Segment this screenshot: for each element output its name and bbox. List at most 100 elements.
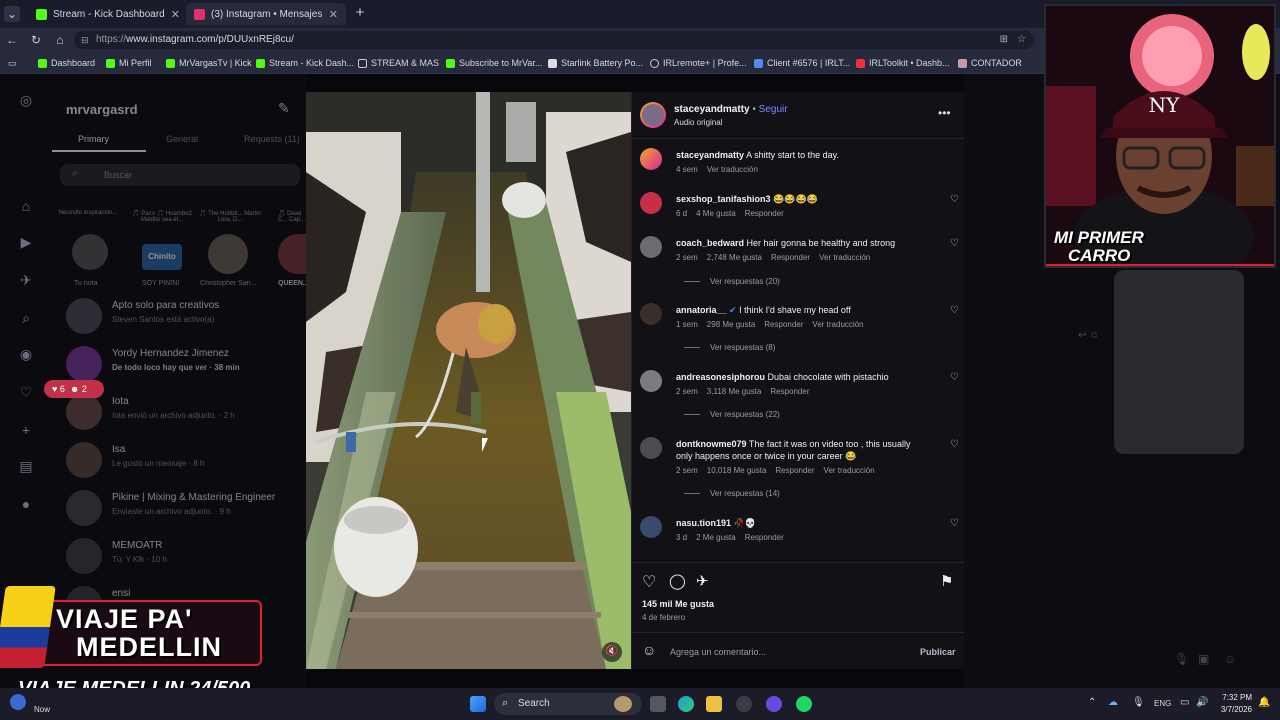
back-icon[interactable]: ←: [4, 32, 20, 48]
view-replies[interactable]: Ver respuestas (20): [684, 277, 780, 286]
avatar[interactable]: [640, 236, 662, 258]
thread-item[interactable]: Isa Le gustó un mensaje · 8 h: [66, 440, 296, 480]
bookmark[interactable]: Dashboard: [38, 56, 95, 70]
tab-general[interactable]: General: [166, 134, 198, 144]
like-heart-icon[interactable]: ♡: [950, 238, 959, 249]
tab-primary[interactable]: Primary: [78, 134, 109, 144]
like-heart-icon[interactable]: ♡: [950, 518, 959, 529]
thread-item[interactable]: Iota Iota envió un archivo adjunto. · 2 h: [66, 392, 296, 432]
bookmark[interactable]: STREAM & MAS: [358, 56, 439, 70]
task-view-icon[interactable]: [650, 696, 666, 712]
avatar[interactable]: [72, 234, 108, 270]
comment-icon[interactable]: ◯: [669, 572, 686, 590]
reels-icon[interactable]: ▶: [18, 234, 34, 250]
tab-requests[interactable]: Requests (11): [244, 134, 300, 144]
dm-search-input[interactable]: ⌕ Buscar: [60, 164, 300, 186]
tab-kick-dashboard[interactable]: Stream - Kick Dashboard ✕: [28, 3, 188, 25]
reply-link[interactable]: Responder: [775, 466, 814, 475]
tab-list-button[interactable]: ⌄: [4, 6, 20, 22]
follow-button[interactable]: Seguir: [759, 104, 788, 115]
avatar[interactable]: Chinito: [142, 244, 182, 270]
username[interactable]: nasu.tion191: [676, 518, 731, 528]
heart-icon[interactable]: ♡: [18, 384, 34, 400]
author-username[interactable]: staceyandmatty • Seguir: [674, 104, 788, 115]
profile-icon[interactable]: ●: [18, 496, 34, 512]
bookmark[interactable]: IRLremote+ | Profe...: [650, 56, 747, 70]
translate-link[interactable]: Ver traducción: [824, 466, 875, 475]
author-avatar[interactable]: [640, 102, 666, 128]
username[interactable]: sexshop_tanifashion3: [676, 194, 771, 204]
reel-video[interactable]: 🔇: [306, 92, 631, 669]
bookmark[interactable]: MrVargasTv | Kick: [166, 56, 252, 70]
url-field[interactable]: ⊟ https://www.instagram.com/p/DUUxnREj8c…: [74, 31, 1034, 49]
language-indicator[interactable]: ENG: [1154, 699, 1171, 708]
translate-link[interactable]: Ver traducción: [819, 253, 870, 262]
mute-icon[interactable]: 🔇: [602, 642, 622, 662]
dashboard-icon[interactable]: ▤: [18, 458, 34, 474]
mic-icon[interactable]: 🎙: [1132, 697, 1145, 708]
favorite-icon[interactable]: ☆: [1017, 31, 1026, 49]
create-icon[interactable]: +: [18, 422, 34, 438]
username[interactable]: staceyandmatty: [676, 150, 744, 160]
avatar[interactable]: [640, 370, 662, 392]
bookmark[interactable]: Stream - Kick Dash...: [256, 56, 354, 70]
likes-count[interactable]: 145 mil Me gusta: [642, 599, 714, 609]
bookmark[interactable]: Mi Perfil: [106, 56, 152, 70]
like-heart-icon[interactable]: ♡: [642, 572, 656, 592]
volume-icon[interactable]: 🔊: [1196, 697, 1208, 708]
bookmark[interactable]: CONTADOR: [958, 56, 1022, 70]
spotify-icon[interactable]: [796, 696, 812, 712]
thread-item[interactable]: Yordy Hernandez Jimenez De todo loco hay …: [66, 344, 296, 384]
edge-icon[interactable]: [678, 696, 694, 712]
show-hidden-icon[interactable]: ⌃: [1088, 697, 1096, 708]
instagram-logo-icon[interactable]: ◎: [18, 92, 34, 108]
thread-item[interactable]: Pikine | Mixing & Mastering Engineer Envi…: [66, 488, 296, 528]
compose-icon[interactable]: ✎: [278, 100, 290, 117]
notifications-icon[interactable]: 🔔: [1258, 697, 1270, 708]
bookmark-icon[interactable]: ⚑: [940, 572, 953, 590]
avatar[interactable]: [278, 234, 308, 274]
tab-instagram[interactable]: (3) Instagram • Mensajes ✕: [186, 3, 346, 25]
username[interactable]: coach_bedward: [676, 238, 744, 248]
thread-item[interactable]: MEMOATR Tú: Y Klk · 10 h: [66, 536, 296, 576]
username[interactable]: dontknowme079: [676, 439, 747, 449]
avatar[interactable]: [640, 148, 662, 170]
username[interactable]: annatoria__: [676, 305, 727, 315]
search-icon[interactable]: ⌕: [18, 310, 34, 326]
explore-icon[interactable]: ◉: [18, 346, 34, 362]
network-icon[interactable]: ▭: [1180, 697, 1189, 708]
site-info-icon[interactable]: ⊟: [81, 31, 89, 49]
taskbar-search[interactable]: ⌕ Search: [494, 693, 642, 715]
view-replies[interactable]: Ver respuestas (14): [684, 489, 780, 498]
home-icon[interactable]: ⌂: [52, 32, 68, 48]
discord-icon[interactable]: [766, 696, 782, 712]
close-icon[interactable]: ✕: [329, 8, 338, 21]
avatar[interactable]: [640, 303, 662, 325]
weather-icon[interactable]: [10, 694, 26, 710]
reply-link[interactable]: Responder: [764, 320, 803, 329]
cloud-icon[interactable]: ☁: [1108, 697, 1118, 708]
like-heart-icon[interactable]: ♡: [950, 439, 959, 450]
bookmark[interactable]: Subscribe to MrVar...: [446, 56, 542, 70]
translate-link[interactable]: Ver traducción: [812, 320, 863, 329]
reader-icon[interactable]: ⊞: [1000, 31, 1008, 49]
bookmark[interactable]: Client #6576 | IRLT...: [754, 56, 850, 70]
reply-link[interactable]: Responder: [745, 533, 784, 542]
view-replies[interactable]: Ver respuestas (22): [684, 410, 780, 419]
reply-link[interactable]: Responder: [745, 209, 784, 218]
reply-link[interactable]: Responder: [770, 387, 809, 396]
windows-start-icon[interactable]: [470, 696, 486, 712]
close-icon[interactable]: ✕: [171, 8, 180, 21]
new-tab-button[interactable]: +: [352, 5, 368, 21]
audio-label[interactable]: Audio original: [674, 118, 722, 127]
share-icon[interactable]: ✈: [696, 572, 709, 590]
reply-link[interactable]: Responder: [771, 253, 810, 262]
notification-badge[interactable]: ♥ 6 ☻ 2: [44, 380, 104, 398]
publish-button[interactable]: Publicar: [920, 647, 956, 657]
thread-item[interactable]: Apto solo para creativos Steven Santos es…: [66, 296, 296, 336]
avatar[interactable]: [208, 234, 248, 274]
home-icon[interactable]: ⌂: [18, 198, 34, 214]
bookmarks-menu-icon[interactable]: ▭: [8, 56, 17, 70]
translate-link[interactable]: Ver traducción: [707, 165, 758, 174]
username[interactable]: andreasonesiphorou: [676, 372, 765, 382]
